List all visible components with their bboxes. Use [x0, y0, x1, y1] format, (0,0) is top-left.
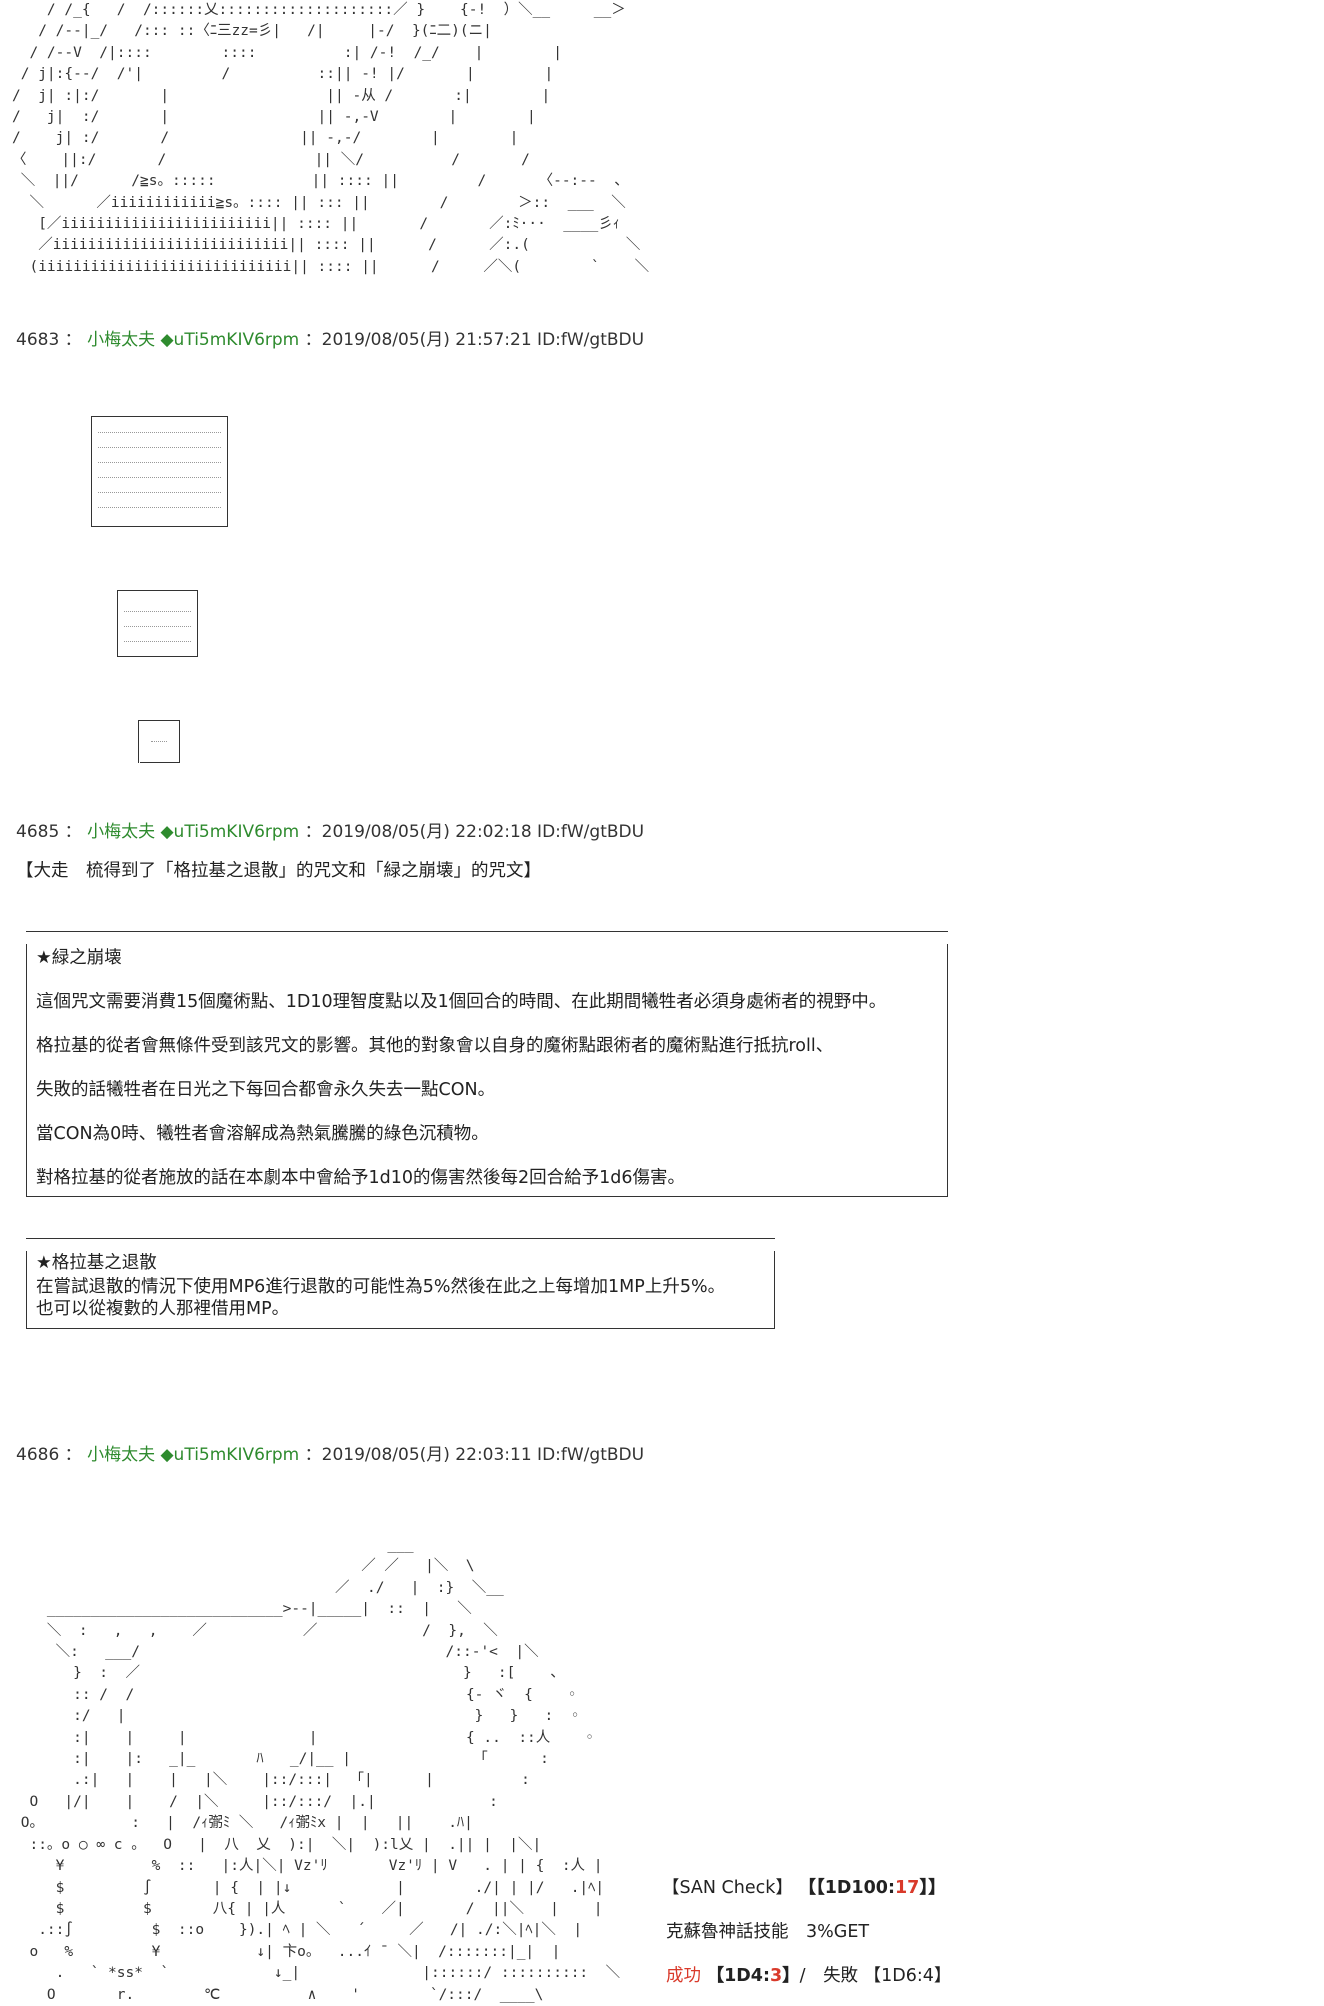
panel-glaaki-dismiss: ★格拉基之退散 在嘗試退散的情況下使用MP6進行退散的可能性為5%然後在此之上每… [26, 1238, 775, 1329]
poster-trip: ◆uTi5mKIV6rpm [160, 822, 300, 842]
panel-line: 對格拉基的從者施放的話在本劇本中會給予1d10的傷害然後每2回合給予1d6傷害。 [36, 1168, 686, 1188]
box-small [138, 720, 180, 763]
post-number: 4685 [16, 822, 60, 842]
post-date: ：2019/08/05(月) 21:57:21 ID:fW/gtBDU [304, 330, 645, 350]
panel-line: 當CON為0時、犧牲者會溶解成為熱氣騰騰的綠色沉積物。 [36, 1124, 489, 1144]
post-separator: ： [59, 822, 88, 842]
poster-name[interactable]: 小梅太夫 [87, 330, 155, 350]
panel-line: 也可以從複數的人那裡借用MP。 [36, 1299, 290, 1319]
post-number: 4683 [16, 330, 60, 350]
poster-trip: ◆uTi5mKIV6rpm [160, 1445, 300, 1465]
ascii-art-top: / /_{ / /::::::乂::::::::::::::::::::／ } … [12, 2, 650, 275]
poster-trip: ◆uTi5mKIV6rpm [160, 330, 300, 350]
san-roll: 【【1D100:17】】 [798, 1878, 946, 1898]
panel-line: 失敗的話犧牲者在日光之下每回合都會永久失去一點CON。 [36, 1080, 496, 1100]
san-roll-value: 17 [894, 1878, 920, 1898]
san-result-line: 成功 【1D4:3】/ 失敗 【1D6:4】 [666, 1966, 952, 1986]
success-roll: 【1D4:3】 [706, 1966, 800, 1986]
success-label: 成功 [666, 1966, 701, 1986]
panel-title: ★格拉基之退散 [36, 1253, 157, 1273]
post-separator: ： [59, 1445, 88, 1465]
ascii-art-bottom: ___ ／ ／ |＼ \ ／ ./ | :} ＼__ _____________… [20, 1537, 621, 2003]
fail-label: 失敗 [823, 1966, 859, 1986]
panel-green-collapse: ★緑之崩壊 這個咒文需要消費15個魔術點、1D10理智度點以及1個回合的時間、在… [26, 931, 948, 1197]
post-header-4683: 4683 ： 小梅太夫 ◆uTi5mKIV6rpm ：2019/08/05(月)… [16, 325, 644, 350]
post-header-4686: 4686 ： 小梅太夫 ◆uTi5mKIV6rpm ：2019/08/05(月)… [16, 1440, 644, 1465]
san-check-label: 【SAN Check】 [662, 1878, 793, 1898]
panel-line: 這個咒文需要消費15個魔術點、1D10理智度點以及1個回合的時間、在此期間犧牲者… [36, 992, 887, 1012]
san-check-line: 【SAN Check】 【【1D100:17】】 [662, 1874, 946, 1899]
post-separator: ： [59, 330, 88, 350]
panel-line: 格拉基的從者會無條件受到該咒文的影響。其他的對象會以自身的魔術點跟術者的魔術點進… [36, 1036, 834, 1056]
box-large [91, 416, 228, 527]
success-roll-value: 3 [769, 1966, 783, 1986]
post-header-4685: 4685 ： 小梅太夫 ◆uTi5mKIV6rpm ：2019/08/05(月)… [16, 817, 644, 842]
post-number: 4686 [16, 1445, 60, 1465]
post-date: ：2019/08/05(月) 22:02:18 ID:fW/gtBDU [304, 822, 645, 842]
fail-roll: 【1D6:4】 [863, 1966, 952, 1986]
spell-intro: 【大走 梳得到了「格拉基之退散」的咒文和「緑之崩壊」的咒文】 [16, 861, 541, 881]
poster-name[interactable]: 小梅太夫 [87, 822, 155, 842]
post-date: ：2019/08/05(月) 22:03:11 ID:fW/gtBDU [304, 1445, 645, 1465]
poster-name[interactable]: 小梅太夫 [87, 1445, 155, 1465]
panel-title: ★緑之崩壊 [36, 948, 122, 968]
mythos-skill-line: 克蘇魯神話技能 3%GET [666, 1922, 870, 1942]
box-medium [117, 590, 198, 657]
